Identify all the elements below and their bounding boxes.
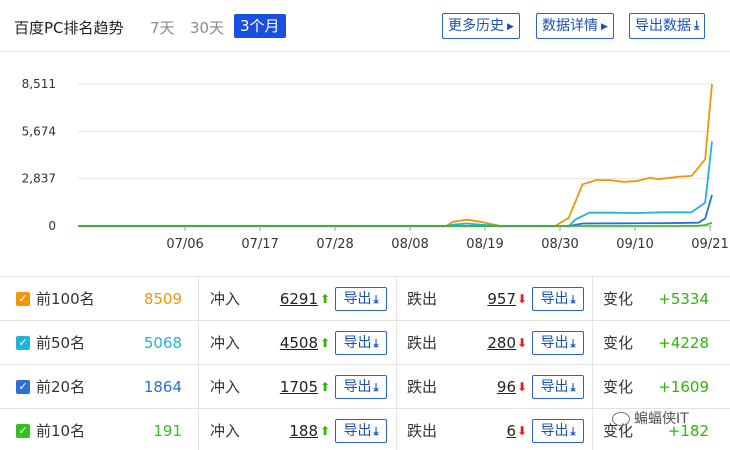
arrow-down-icon: ⬇	[517, 380, 528, 394]
checkbox-icon[interactable]: ✓	[16, 292, 30, 306]
x-tick-label: 07/06	[166, 237, 203, 252]
export-in-button[interactable]: 导出 ⤓	[335, 419, 387, 443]
caret-right-icon: ▶	[601, 22, 608, 32]
arrow-down-icon: ⬇	[517, 336, 528, 350]
rank-total: 8509	[143, 290, 182, 308]
change-value: +4228	[658, 334, 709, 352]
range-tab-30d[interactable]: 30天	[190, 17, 224, 38]
export-out-button[interactable]: 导出 ⤓	[532, 419, 584, 443]
range-tab-7d[interactable]: 7天	[150, 17, 175, 38]
panel-title: 百度PC排名趋势	[14, 19, 124, 37]
x-axis-ticks: 07/06 07/17 07/28 08/08 08/19 08/30 09/10 09/21	[166, 226, 729, 252]
rank-label: 前20名	[36, 378, 86, 396]
download-icon: ⤓	[373, 381, 379, 394]
download-icon: ⤓	[570, 381, 576, 394]
x-tick-label: 08/30	[541, 237, 578, 252]
download-icon: ⤓	[570, 425, 576, 438]
arrow-up-icon: ⬆	[320, 380, 331, 394]
in-count-link[interactable]: 6291	[260, 277, 318, 321]
export-out-button[interactable]: 导出 ⤓	[532, 331, 584, 355]
rank-total: 5068	[143, 334, 182, 352]
download-icon: ⤓	[373, 293, 379, 306]
export-data-label: 导出数据	[635, 18, 691, 34]
in-count-link[interactable]: 188	[260, 409, 318, 450]
out-count-link[interactable]: 957	[466, 277, 516, 321]
y-tick-label: 0	[48, 219, 56, 233]
arrow-down-icon: ⬇	[517, 424, 528, 438]
in-label: 冲入	[210, 422, 241, 440]
rank-label: 前10名	[36, 422, 86, 440]
out-count-link[interactable]: 96	[466, 365, 516, 409]
data-detail-button[interactable]: 数据详情 ▶	[536, 13, 614, 39]
export-in-button[interactable]: 导出 ⤓	[335, 287, 387, 311]
watermark: 蝙蝠侠IT	[612, 408, 689, 428]
wechat-icon	[612, 412, 630, 426]
in-count-link[interactable]: 1705	[260, 365, 318, 409]
rank-label: 前50名	[36, 334, 86, 352]
out-label: 跌出	[407, 290, 438, 308]
export-in-button[interactable]: 导出 ⤓	[335, 331, 387, 355]
chart-series	[78, 83, 713, 227]
rank-total: 191	[153, 422, 182, 440]
checkbox-icon[interactable]: ✓	[16, 424, 30, 438]
export-in-button[interactable]: 导出 ⤓	[335, 375, 387, 399]
download-icon: ⤓	[373, 337, 379, 350]
table-row: ✓ 前50名 5068 冲入 4508 ⬆ 导出 ⤓ 跌出 280 ⬇ 导出 ⤓ 变…	[0, 320, 730, 365]
out-label: 跌出	[407, 422, 438, 440]
in-label: 冲入	[210, 334, 241, 352]
rank-trend-chart: 0 2,837 5,674 8,511 07/06 07/17 07/28 08/08 08/…	[22, 77, 729, 252]
x-tick-label: 09/21	[691, 237, 728, 252]
out-count-link[interactable]: 280	[466, 321, 516, 365]
change-value: +1609	[658, 378, 709, 396]
in-count-link[interactable]: 4508	[260, 321, 318, 365]
change-label: 变化	[603, 334, 634, 352]
chart-grid	[78, 83, 712, 227]
export-data-button[interactable]: 导出数据 ⤓	[629, 13, 706, 39]
series-line-top50	[78, 141, 713, 227]
x-tick-label: 08/08	[391, 237, 428, 252]
download-icon: ⤓	[570, 337, 576, 350]
more-history-button[interactable]: 更多历史 ▶	[442, 13, 520, 39]
export-out-button[interactable]: 导出 ⤓	[532, 287, 584, 311]
table-row: ✓ 前100名 8509 冲入 6291 ⬆ 导出 ⤓ 跌出 957 ⬇ 导出 ⤓ …	[0, 276, 730, 321]
x-tick-label: 09/10	[616, 237, 653, 252]
change-label: 变化	[603, 378, 634, 396]
rank-total: 1864	[143, 378, 182, 396]
caret-right-icon: ▶	[507, 22, 514, 32]
range-tab-3m[interactable]: 3个月	[234, 14, 286, 38]
arrow-up-icon: ⬆	[320, 336, 331, 350]
more-history-label: 更多历史	[448, 18, 504, 34]
arrow-up-icon: ⬆	[320, 292, 331, 306]
x-tick-label: 07/17	[241, 237, 278, 252]
data-detail-label: 数据详情	[542, 18, 598, 34]
checkbox-icon[interactable]: ✓	[16, 336, 30, 350]
x-tick-label: 08/19	[466, 237, 503, 252]
series-line-top20	[78, 194, 713, 227]
arrow-up-icon: ⬆	[320, 424, 331, 438]
change-label: 变化	[603, 290, 634, 308]
out-count-link[interactable]: 6	[466, 409, 516, 450]
y-axis-labels: 0 2,837 5,674 8,511	[22, 77, 56, 233]
in-label: 冲入	[210, 378, 241, 396]
checkbox-icon[interactable]: ✓	[16, 380, 30, 394]
y-tick-label: 2,837	[22, 172, 56, 186]
panel-header: 百度PC排名趋势 7天 30天 3个月 更多历史 ▶ 数据详情 ▶ 导出数据 ⤓	[0, 0, 730, 52]
in-label: 冲入	[210, 290, 241, 308]
out-label: 跌出	[407, 378, 438, 396]
watermark-text: 蝙蝠侠IT	[634, 411, 689, 427]
download-icon: ⤓	[373, 425, 379, 438]
export-out-button[interactable]: 导出 ⤓	[532, 375, 584, 399]
series-line-top100	[78, 83, 713, 227]
change-value: +5334	[658, 290, 709, 308]
y-tick-label: 8,511	[22, 77, 56, 91]
rank-label: 前100名	[36, 290, 95, 308]
download-icon: ⤓	[570, 293, 576, 306]
table-row: ✓ 前20名 1864 冲入 1705 ⬆ 导出 ⤓ 跌出 96 ⬇ 导出 ⤓ 变化…	[0, 364, 730, 409]
download-icon: ⤓	[694, 18, 700, 32]
x-tick-label: 07/28	[316, 237, 353, 252]
arrow-down-icon: ⬇	[517, 292, 528, 306]
y-tick-label: 5,674	[22, 124, 56, 138]
out-label: 跌出	[407, 334, 438, 352]
